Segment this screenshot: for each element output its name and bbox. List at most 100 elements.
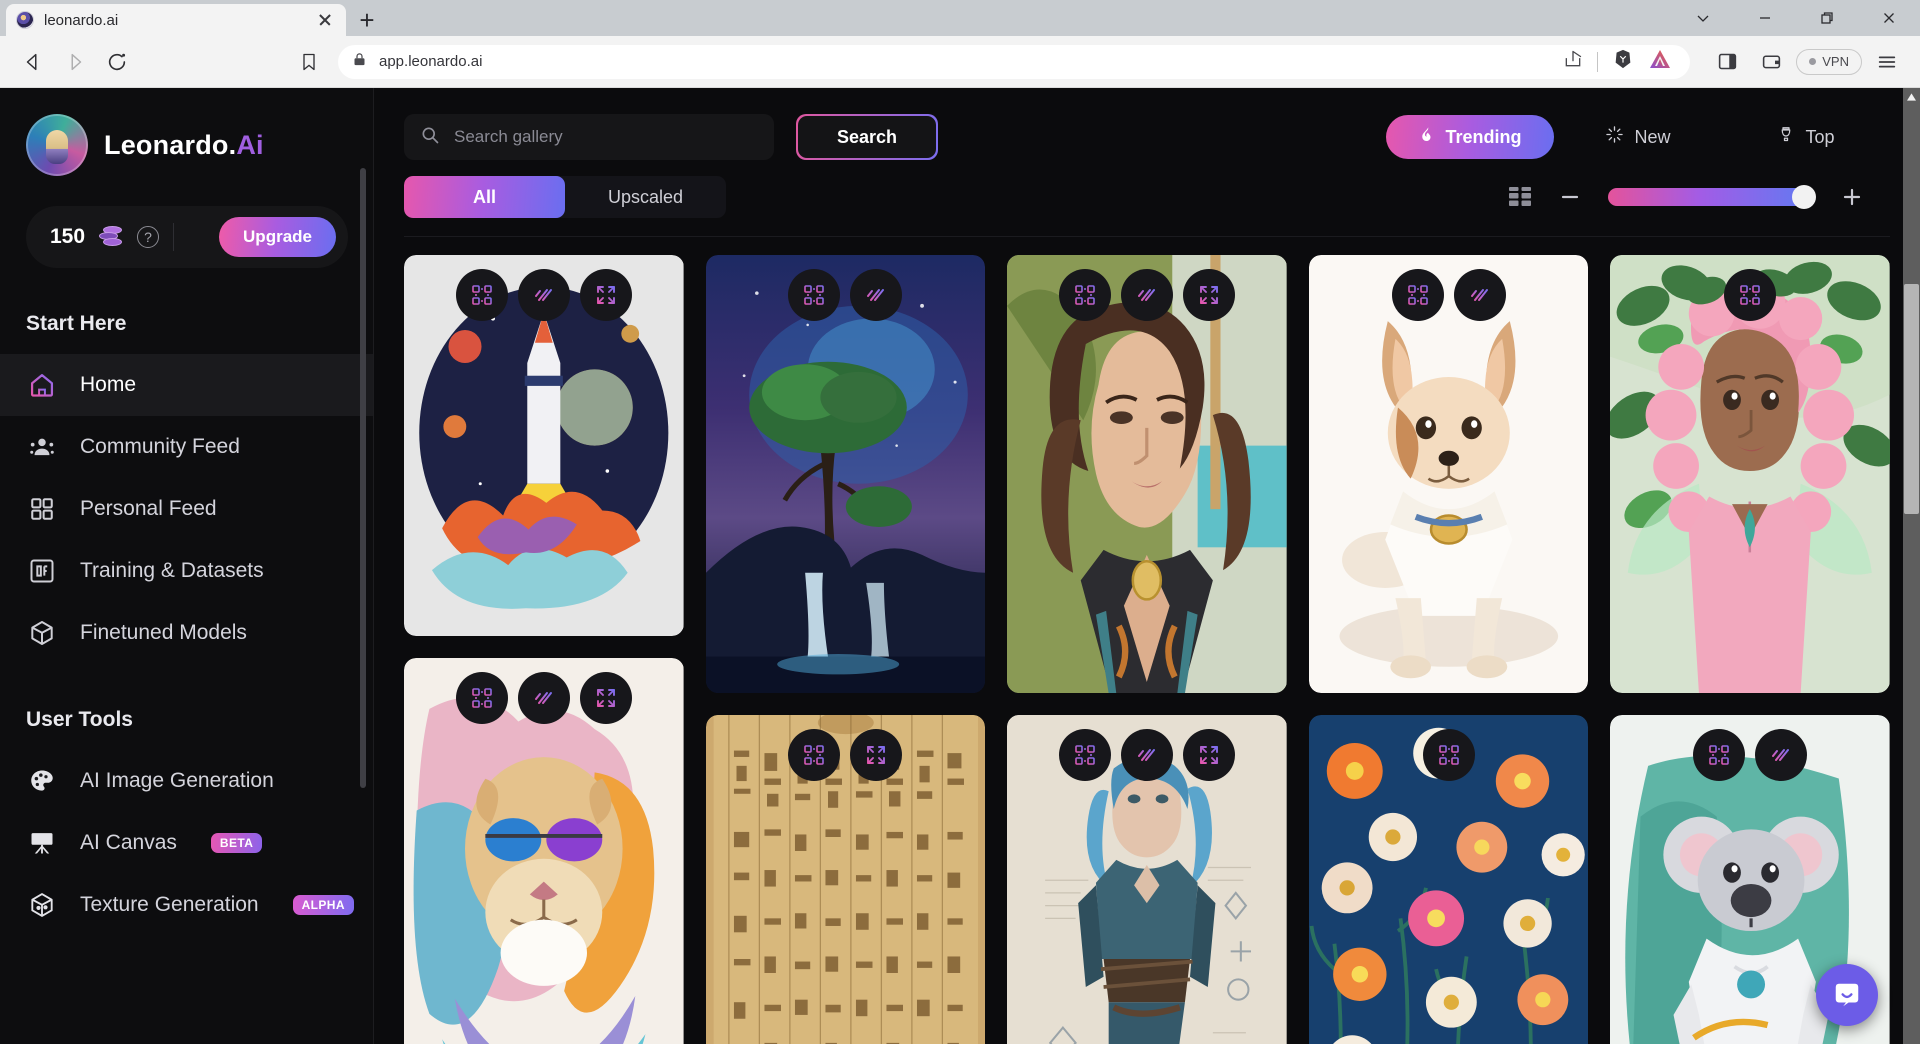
card-action-row <box>1058 729 1235 782</box>
remix-button[interactable] <box>455 269 508 321</box>
gallery-toolbar: Search Trending <box>374 88 1920 237</box>
sidebar-item-label: Personal Feed <box>80 497 217 520</box>
expand-button[interactable] <box>1182 729 1235 782</box>
gallery-card[interactable] <box>1007 715 1287 1044</box>
gallery-card[interactable] <box>1007 255 1287 694</box>
main-content: Search Trending <box>374 88 1920 1044</box>
page-scrollbar[interactable] <box>1903 88 1920 1044</box>
card-action-row <box>1693 729 1808 782</box>
gallery-card[interactable] <box>404 255 684 637</box>
back-arrow-icon[interactable] <box>14 43 52 81</box>
leonardo-logo-icon <box>26 114 88 176</box>
restore-icon[interactable] <box>1796 0 1858 36</box>
forward-arrow-icon[interactable] <box>56 43 94 81</box>
tab-label: New <box>1634 126 1671 147</box>
image-gallery <box>374 237 1920 1044</box>
motion-button[interactable] <box>1755 729 1808 782</box>
gallery-card[interactable] <box>1308 255 1589 694</box>
motion-button[interactable] <box>1120 269 1173 321</box>
search-field-wrapper[interactable] <box>404 114 774 160</box>
sidebar-panel-icon[interactable] <box>1708 43 1746 81</box>
motion-button[interactable] <box>517 672 570 725</box>
dataset-chip-icon <box>26 555 58 587</box>
gallery-card[interactable] <box>705 255 986 694</box>
gallery-card[interactable] <box>1610 255 1890 694</box>
sidebar-item-personal-feed[interactable]: Personal Feed <box>0 478 374 540</box>
scroll-up-arrow-icon[interactable] <box>1903 88 1920 105</box>
remix-button[interactable] <box>788 269 841 321</box>
upgrade-button[interactable]: Upgrade <box>219 217 336 257</box>
close-icon[interactable] <box>1858 0 1920 36</box>
status-badge: ALPHA <box>292 895 354 915</box>
filter-tab-upscaled[interactable]: Upscaled <box>565 176 726 218</box>
hamburger-menu-icon[interactable] <box>1868 43 1906 81</box>
reload-icon[interactable] <box>98 43 136 81</box>
filter-tab-all[interactable]: All <box>404 176 565 218</box>
minimize-icon[interactable] <box>1734 0 1796 36</box>
new-tab-button[interactable]: + <box>346 4 388 36</box>
share-icon[interactable] <box>1563 49 1583 74</box>
brave-lion-icon[interactable] <box>1612 48 1634 75</box>
expand-button[interactable] <box>579 269 632 321</box>
remix-button[interactable] <box>1391 269 1444 321</box>
sidebar-item-label: AI Canvas <box>80 831 177 854</box>
remix-button[interactable] <box>455 672 508 725</box>
plus-icon[interactable] <box>1840 185 1864 209</box>
remix-button[interactable] <box>1058 729 1111 782</box>
tab-new[interactable]: New <box>1554 115 1722 159</box>
help-question-icon[interactable]: ? <box>137 226 160 248</box>
tab-strip: leonardo.ai + <box>0 0 1920 36</box>
zoom-slider[interactable] <box>1608 185 1816 209</box>
remix-button[interactable] <box>1422 729 1475 782</box>
intercom-chat-button[interactable] <box>1816 964 1878 1026</box>
search-button[interactable]: Search <box>796 114 938 160</box>
sort-tabs: Trending New Top <box>1386 115 1890 159</box>
tab-top[interactable]: Top <box>1722 115 1890 159</box>
sidebar-item-ai-image-generation[interactable]: AI Image Generation <box>0 750 374 812</box>
trophy-icon <box>1777 125 1795 149</box>
sidebar-item-home[interactable]: Home <box>0 354 374 416</box>
motion-button[interactable] <box>517 269 570 321</box>
gallery-card[interactable] <box>1308 715 1589 1044</box>
card-action-row <box>1058 269 1235 321</box>
gallery-card[interactable] <box>404 658 684 1044</box>
vpn-toggle[interactable]: VPN <box>1796 48 1862 75</box>
sparkle-icon <box>1605 125 1624 149</box>
remix-button[interactable] <box>1724 269 1777 321</box>
wallet-icon[interactable] <box>1752 43 1790 81</box>
brand-logo-block[interactable]: Leonardo.Ai <box>0 114 374 176</box>
tab-search-chevron-icon[interactable] <box>1672 0 1734 36</box>
sidebar-item-ai-canvas[interactable]: AI Canvas BETA <box>0 812 374 874</box>
motion-button[interactable] <box>1120 729 1173 782</box>
brave-triangle-icon[interactable] <box>1648 48 1672 75</box>
remix-button[interactable] <box>1058 269 1111 321</box>
scrollbar-thumb[interactable] <box>1904 284 1919 514</box>
grid-density-icon[interactable] <box>1508 186 1532 208</box>
motion-button[interactable] <box>850 269 903 321</box>
card-action-row <box>788 729 903 782</box>
address-bar[interactable]: app.leonardo.ai <box>338 44 1691 79</box>
expand-button[interactable] <box>579 672 632 725</box>
sidebar-item-training-datasets[interactable]: Training & Datasets <box>0 540 374 602</box>
browser-tab[interactable]: leonardo.ai <box>6 4 346 36</box>
tab-trending[interactable]: Trending <box>1386 115 1554 159</box>
gallery-card[interactable] <box>705 715 986 1044</box>
sidebar-item-community-feed[interactable]: Community Feed <box>0 416 374 478</box>
browser-window: leonardo.ai + app.leonardo.ai VPN Leonar… <box>0 0 1920 1044</box>
close-icon[interactable] <box>314 9 336 31</box>
expand-button[interactable] <box>1182 269 1235 321</box>
search-input[interactable] <box>454 127 758 147</box>
sidebar-item-texture-generation[interactable]: Texture Generation ALPHA <box>0 874 374 936</box>
remix-button[interactable] <box>788 729 841 782</box>
bookmark-icon[interactable] <box>290 43 328 81</box>
sidebar-item-finetuned-models[interactable]: Finetuned Models <box>0 602 374 664</box>
sidebar-scrollbar[interactable] <box>360 168 366 788</box>
tokens-coin-icon <box>99 226 123 248</box>
lock-icon <box>352 52 367 72</box>
sidebar-section-user-tools: User Tools <box>26 708 133 731</box>
expand-button[interactable] <box>850 729 903 782</box>
minus-icon[interactable] <box>1558 185 1582 209</box>
motion-button[interactable] <box>1453 269 1506 321</box>
zoom-slider-thumb[interactable] <box>1792 185 1816 209</box>
remix-button[interactable] <box>1693 729 1746 782</box>
